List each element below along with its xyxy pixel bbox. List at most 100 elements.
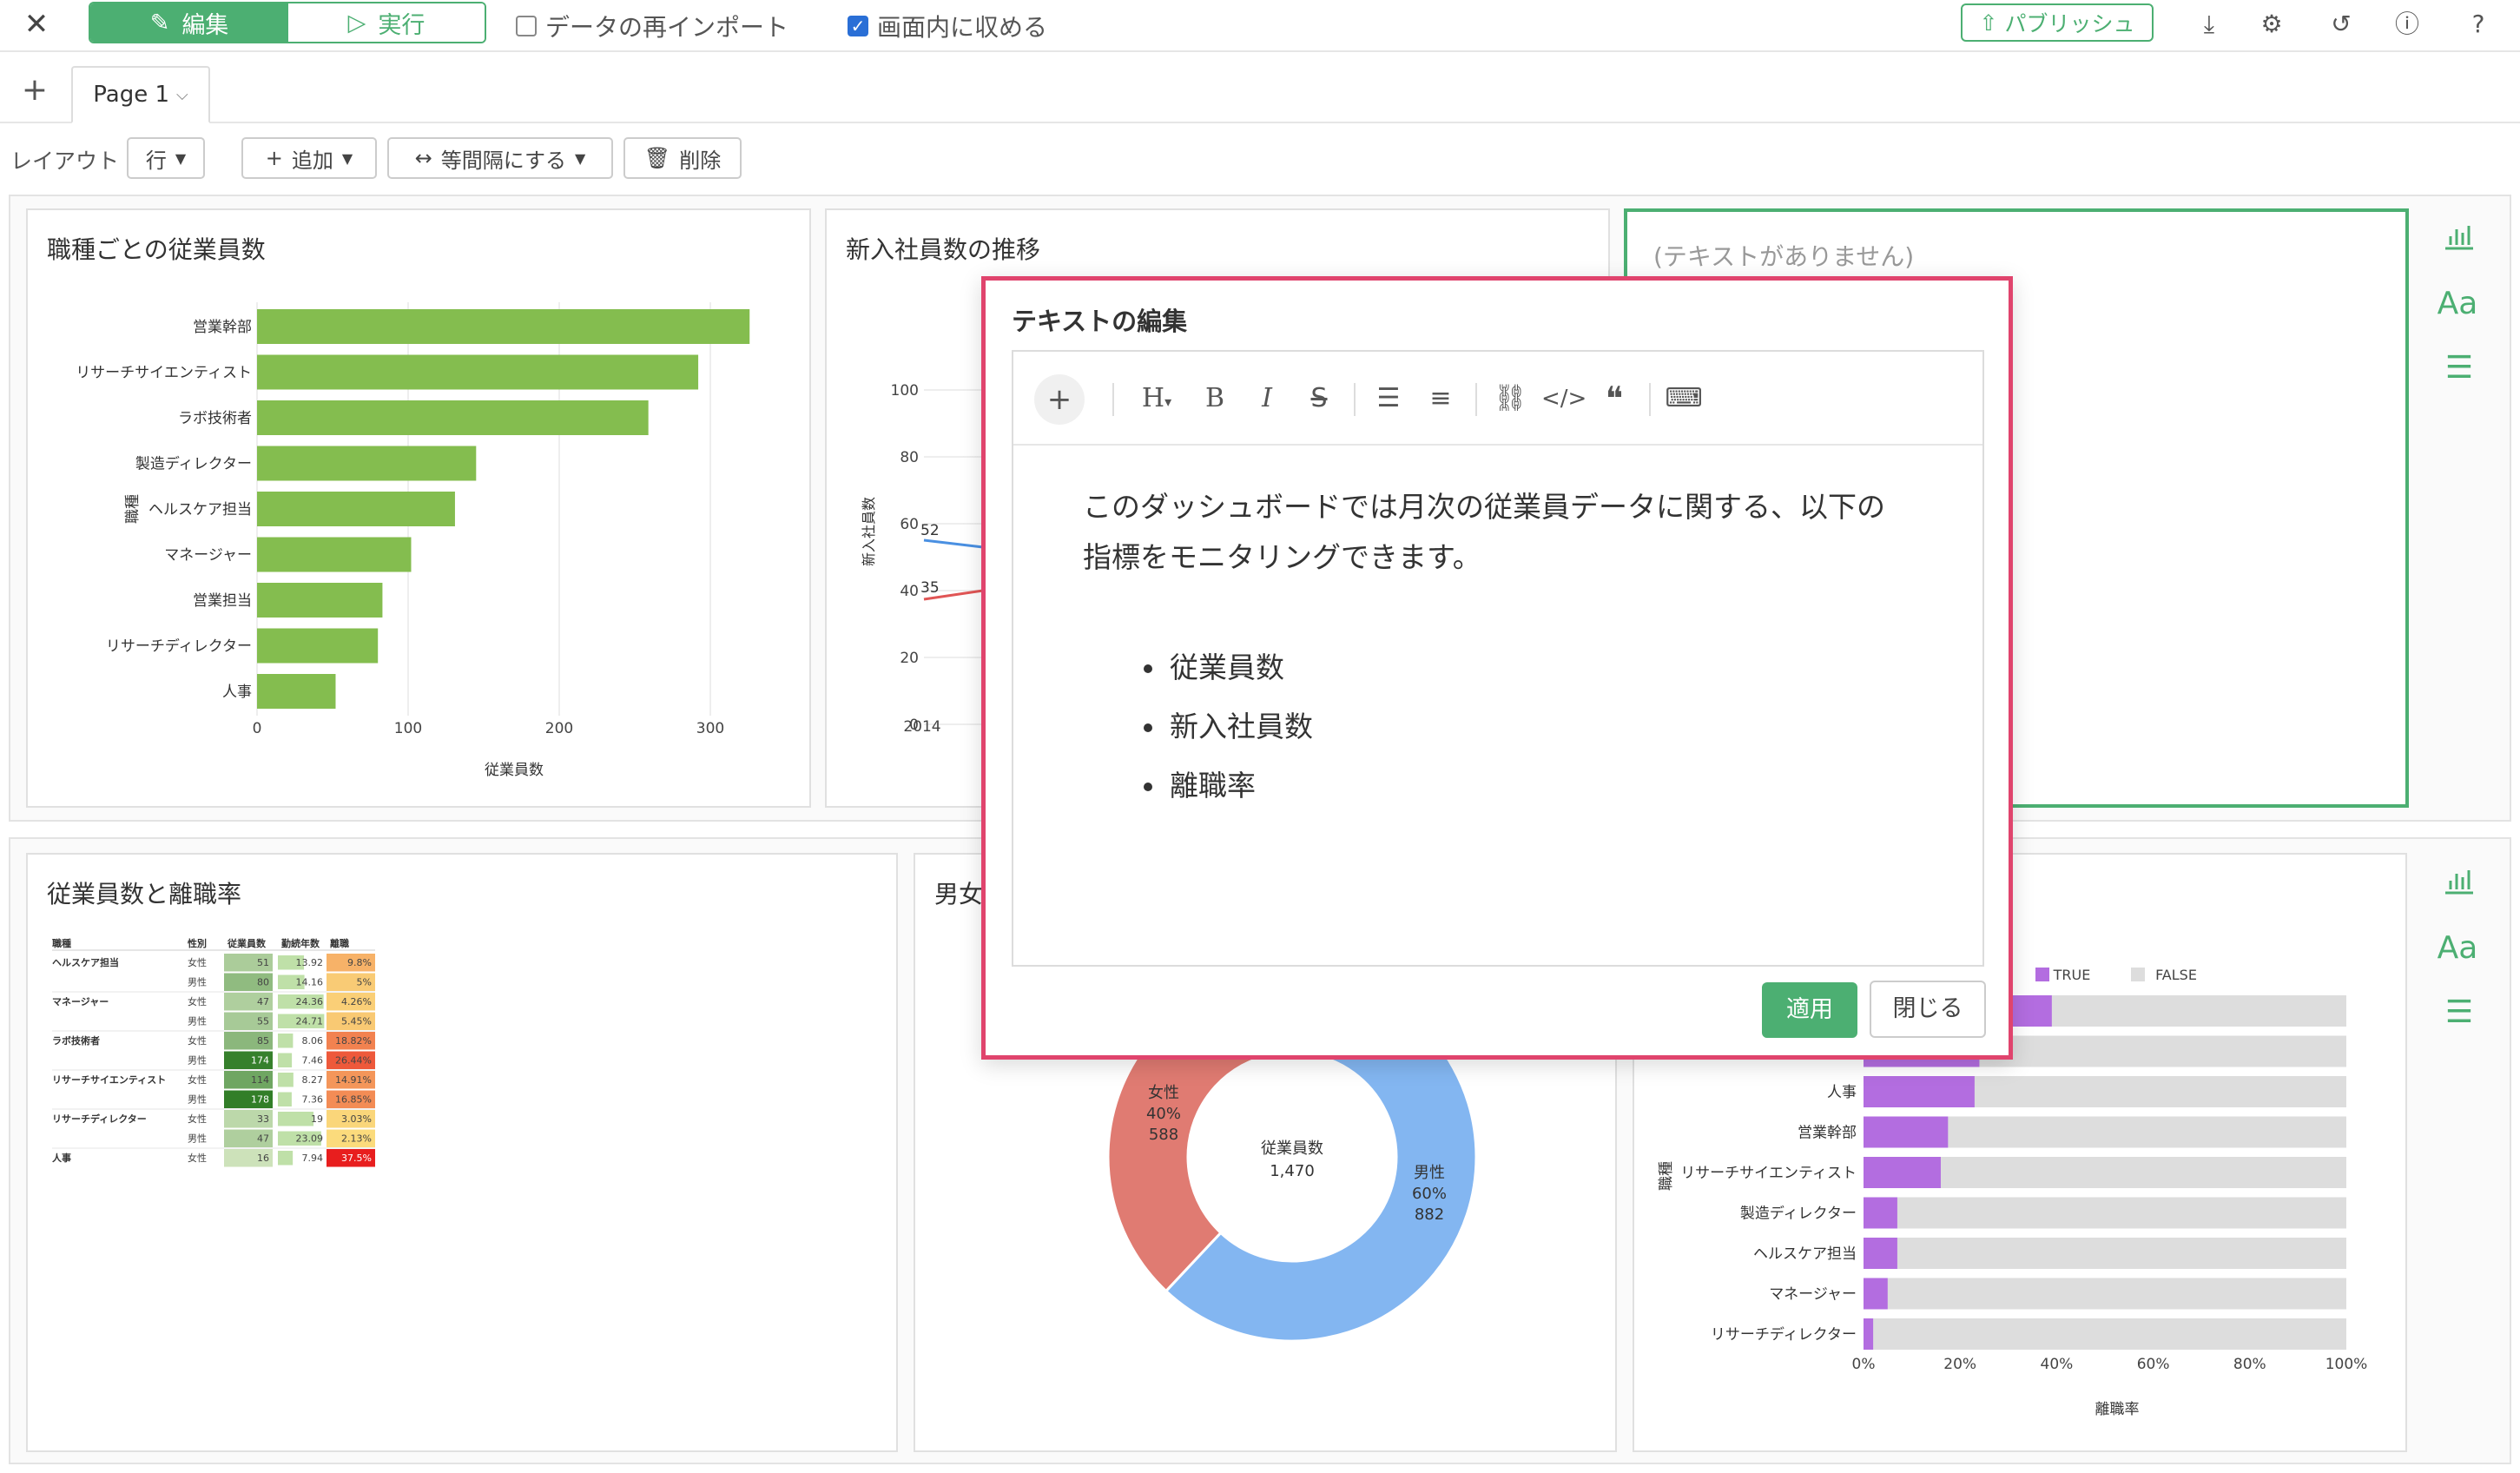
bar [257,354,699,390]
bar-false [1864,1318,2346,1350]
table-header: 性別 [188,937,207,949]
table-cell: 47 [257,1133,269,1145]
table-cell: 178 [251,1094,269,1106]
history-icon[interactable]: ↺ [2324,7,2358,42]
download-icon[interactable]: ⤓ [2192,7,2226,42]
bar [257,400,649,435]
publish-button[interactable]: ⇧ パブリッシュ [1961,3,2154,42]
y-tick-label: 人事 [1827,1084,1857,1101]
donut-center-value: 1,470 [1270,1162,1315,1180]
insert-plus-icon[interactable]: + [1034,374,1085,425]
equal-spacing-label: 等間隔にする [440,148,567,173]
table-cell: 14.16 [296,977,324,988]
apply-button[interactable]: 適用 [1762,982,1857,1038]
text-format-icon[interactable]: Aa [2437,283,2478,325]
equal-spacing-button[interactable]: ↔ 等間隔にする ▼ [387,137,613,179]
delete-button[interactable]: 🗑 削除 [623,137,742,179]
table-cell: 人事 [52,1152,71,1164]
chart-icon[interactable] [2438,219,2480,261]
legend-label: TRUE [2053,967,2091,983]
help-icon[interactable]: ? [2461,7,2496,42]
table-cell: 2.13% [341,1133,372,1145]
y-tick-label: リサーチディレクター [1711,1325,1857,1344]
list-item: 従業員数 [1144,638,1313,697]
run-mode-button[interactable]: ▷ 実行 [288,3,485,42]
keyboard-icon[interactable]: ⌨ [1663,378,1705,419]
table-cell: 4.26% [341,996,372,1007]
bullet-list-icon[interactable]: ☰ [1368,378,1409,419]
chart-icon[interactable] [2438,863,2480,905]
bar-true [1864,1197,1897,1229]
table-cell-bar [278,1112,314,1126]
rich-text-editor[interactable]: + H▾ B I S ☰ ≡ ⛓ </> ❝ ⌨ このダッシュボードでは月次の従… [1012,350,1984,967]
settings-gear-icon[interactable]: ⚙ [2254,7,2289,42]
slice-label: 女性 [1148,1084,1179,1102]
data-label: 52 [920,522,940,539]
table-cell: 18.82% [335,1035,372,1047]
upload-icon: ⇧ [1979,10,1998,36]
x-tick-label: 2014 [903,718,940,736]
job-headcount-panel[interactable]: 職種ごとの従業員数 0 100 200 300 営業幹部 リサーチサイエンティスト ラボ技術… [26,208,811,808]
add-page-icon[interactable]: + [17,73,52,108]
y-tick-label: マネージャー [1769,1286,1857,1304]
table-cell: 37.5% [341,1153,372,1164]
table-cell: 33 [257,1113,269,1125]
table-cell: 24.36 [296,996,324,1007]
table-cell: 男性 [188,1054,207,1067]
table-cell: 16.85% [335,1094,372,1106]
edit-mode-button[interactable]: ✎ 編集 [90,3,288,42]
numbered-list-icon[interactable]: ≡ [1420,378,1461,419]
slice-label: 男性 [1414,1164,1445,1182]
edit-icon: ✎ [149,9,170,36]
horizontal-arrows-icon: ↔ [414,146,432,170]
strikethrough-icon[interactable]: S [1298,378,1340,419]
page-tab-bar: + Page 1 ⌵ [0,54,2520,123]
italic-icon[interactable]: I [1246,378,1288,419]
body-line: このダッシュボードでは月次の従業員データに関する、以下の [1083,490,1885,524]
heading-icon[interactable]: H▾ [1130,378,1184,419]
info-icon[interactable]: ⓘ [2390,7,2424,42]
tab-page-1[interactable]: Page 1 ⌵ [71,66,210,123]
plus-icon: + [265,146,283,170]
table-cell: 24.71 [296,1016,324,1027]
table-cell: 85 [257,1035,269,1047]
bar [257,674,336,709]
close-button[interactable]: 閉じる [1870,981,1986,1038]
row-select-button[interactable]: 行 ▼ [127,137,205,179]
menu-icon[interactable]: ☰ [2438,347,2480,389]
bold-icon[interactable]: B [1194,378,1236,419]
headcount-attrition-panel[interactable]: 従業員数と離職率 職種 性別 従業員数 勤続年数 離職 ヘルスケア担当 女性 51 13.92 9… [26,853,898,1452]
x-tick-label: 20% [1943,1356,1976,1373]
add-button[interactable]: + 追加 ▼ [241,137,377,179]
headcount-attrition-table: 職種 性別 従業員数 勤続年数 離職ヘルスケア担当 女性 51 13.92 9.8%男性 80 14… [52,937,375,1167]
bar [257,309,750,344]
run-mode-label: 実行 [378,11,425,39]
modal-title: テキストの編集 [1012,307,1188,336]
x-tick-label: 40% [2041,1356,2074,1373]
y-tick-label: 20 [900,650,919,667]
table-cell: 114 [251,1074,269,1086]
text-format-icon[interactable]: Aa [2437,928,2478,969]
chevron-down-icon: ⌵ [176,85,188,104]
quote-icon[interactable]: ❝ [1593,378,1635,419]
y-tick-label: ラボ技術者 [178,410,252,427]
editor-body-text[interactable]: このダッシュボードでは月次の従業員データに関する、以下の 指標をモニタリングでき… [1083,482,1934,583]
code-icon[interactable]: </> [1541,378,1587,419]
menu-icon[interactable]: ☰ [2438,992,2480,1034]
tab-page-label: Page 1 [93,82,170,108]
caret-down-icon: ▼ [341,149,353,167]
y-tick-label: 人事 [222,684,252,701]
bar [257,446,477,481]
x-tick-label: 300 [696,720,724,737]
table-cell: 80 [257,977,269,988]
reimport-checkbox[interactable]: データの再インポート [516,9,788,43]
link-icon[interactable]: ⛓ [1489,378,1531,419]
table-cell: 女性 [188,956,207,968]
close-icon[interactable]: ✕ [17,5,56,43]
y-tick-label: マネージャー [164,547,252,565]
fit-screen-checkbox[interactable]: ✓ 画面内に収める [848,9,1047,43]
slice-value: 588 [1149,1126,1178,1144]
table-cell: ラボ技術者 [52,1034,100,1047]
layout-label: レイアウト [10,149,120,174]
table-cell: 5% [357,977,372,988]
